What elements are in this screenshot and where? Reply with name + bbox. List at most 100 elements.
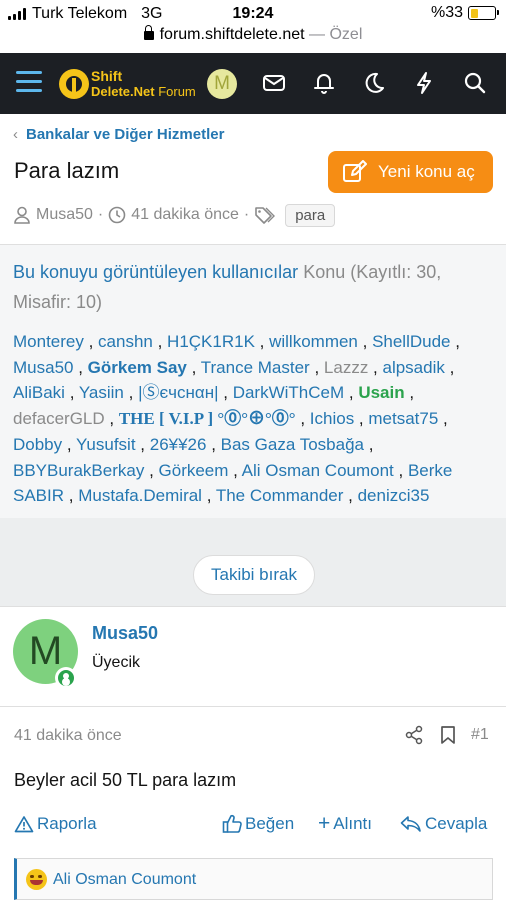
report-label: Raporla [37,814,97,833]
logo-line2: Delete.Net [91,84,155,99]
list-separator: , [404,383,415,403]
viewer-link[interactable]: 26¥¥26 [150,435,207,454]
viewer-link[interactable]: Görkeem [159,461,229,480]
thread-time[interactable]: 41 dakika önce [131,206,239,224]
list-separator: , [206,434,221,454]
list-separator: , [344,383,359,403]
viewer-link[interactable]: Usain [358,383,404,402]
list-separator: , [64,486,79,506]
post-number[interactable]: #1 [471,726,489,744]
viewer-link[interactable]: ShellDude [372,332,450,351]
new-thread-label: Yeni konu aç [378,162,475,181]
breadcrumb-label: Bankalar ve Diğer Hizmetler [26,126,225,143]
reaction-user[interactable]: Ali Osman Coumont [53,871,196,889]
thread-tag[interactable]: para [285,203,336,227]
breadcrumb[interactable]: ‹ Bankalar ve Diğer Hizmetler [13,126,224,143]
report-button[interactable]: Raporla [14,814,97,834]
menu-icon[interactable] [16,71,42,93]
tag-icon [255,207,276,224]
reactions-bar[interactable]: Ali Osman Coumont [14,858,493,900]
post-body: Beyler acil 50 TL para lazım [14,770,237,790]
unwatch-button[interactable]: Takibi bırak [193,555,315,595]
user-icon [14,206,30,224]
viewer-link[interactable]: denizci35 [358,486,430,505]
edit-icon [343,160,367,182]
post-user-role: Üyecik [92,654,141,671]
lock-icon [143,25,154,40]
inbox-icon[interactable] [260,69,288,97]
viewer-link[interactable]: H1ÇK1R1K [167,332,255,351]
lightning-icon[interactable] [410,69,438,97]
list-separator: , [354,409,369,429]
viewer-link[interactable]: Yasiin [79,383,124,402]
site-logo[interactable]: Shift Delete.Net Forum [59,68,196,100]
quote-button[interactable]: + Alıntı [318,812,373,835]
laughing-emoji-icon [26,869,47,890]
viewer-link[interactable]: Bas Gaza Tosbağa [221,435,364,454]
post-time[interactable]: 41 dakika önce [14,727,122,745]
list-separator: , [83,332,99,351]
search-icon[interactable] [461,69,489,97]
viewer-link[interactable]: Mustafa.Demiral [78,486,202,505]
viewers-heading-link[interactable]: Bu konuyu görüntüleyen kullanıcılar [13,262,298,282]
viewer-link[interactable]: canshn [98,332,153,351]
list-separator: , [254,332,270,351]
list-separator: , [368,357,383,377]
post-username[interactable]: Musa50 [92,623,158,644]
viewer-link[interactable]: metsat75 [368,409,438,428]
viewer-link[interactable]: Dobby [13,435,62,454]
list-separator: , [228,460,242,480]
account-avatar[interactable]: M [207,69,237,99]
thread-author[interactable]: Musa50 [36,206,93,224]
list-separator: , [438,409,448,429]
viewer-link[interactable]: Ali Osman Coumont [242,461,394,480]
viewer-link[interactable]: Ichios [310,409,354,428]
list-separator: , [152,332,168,351]
logo-icon [59,69,89,99]
reply-button[interactable]: Cevapla [400,814,487,834]
bell-icon[interactable] [310,69,338,97]
post-actions: Raporla Beğen + Alıntı Cevapla [0,812,506,840]
viewer-link[interactable]: Monterey [13,332,84,351]
address-bar[interactable]: forum.shiftdelete.net — Özel [0,25,506,52]
list-separator: , [393,460,408,480]
viewer-link[interactable]: alpsadik [383,358,445,377]
list-separator: , [295,409,310,429]
share-icon[interactable] [404,725,424,745]
viewer-link[interactable]: Görkem Say [88,358,187,377]
viewer-link[interactable]: defacerGLD [13,409,105,428]
viewer-link[interactable]: AliBaki [13,383,65,402]
viewer-link[interactable]: Trance Master [201,358,310,377]
list-separator: , [144,460,159,480]
list-separator: , [64,383,79,403]
logo-line1: Shift [91,68,123,84]
plus-icon: + [318,812,331,835]
viewer-link[interactable]: Musa50 [13,358,73,377]
viewer-link[interactable]: The Commander [216,486,344,505]
viewers-heading: Bu konuyu görüntüleyen kullanıcılar Konu… [13,257,493,317]
moon-icon[interactable] [359,69,387,97]
viewer-link[interactable]: THE [ V.I.P ] °⓪°⊕°⓪° [119,409,296,428]
viewer-link[interactable]: BBYBurakBerkay [13,461,144,480]
list-separator: , [218,383,233,403]
bookmark-icon[interactable] [440,725,456,745]
like-button[interactable]: Beğen [222,814,294,834]
list-separator: , [104,409,119,429]
viewer-link[interactable]: Lazzz [324,358,368,377]
viewer-link[interactable]: DarkWiThCeM [233,383,344,402]
quote-label: Alıntı [333,814,373,833]
list-separator: , [186,357,201,377]
meta-separator: · [97,206,104,223]
viewer-link[interactable]: Yusufsit [76,435,136,454]
new-thread-button[interactable]: Yeni konu aç [328,151,493,193]
battery-info: %33 [431,4,499,22]
viewer-link[interactable]: |Ⓢєчcнαн| [138,383,218,402]
list-separator: , [123,383,139,403]
like-label: Beğen [245,814,295,833]
list-separator: , [450,332,460,351]
site-header: Shift Delete.Net Forum M [0,53,506,114]
list-separator: , [62,434,77,454]
viewers-list: Monterey , canshn , H1ÇK1R1K , willkomme… [13,329,501,509]
viewer-link[interactable]: willkommen [269,332,358,351]
list-separator: , [201,486,216,506]
